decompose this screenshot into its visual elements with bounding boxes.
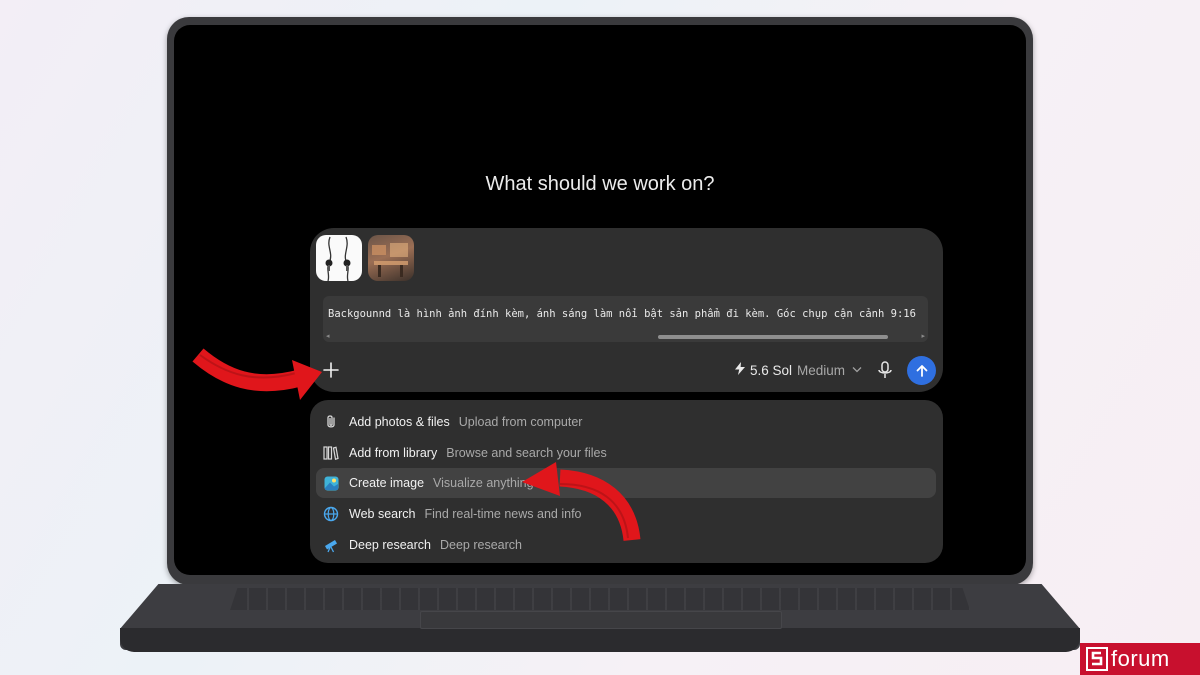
page-title: What should we work on? <box>485 173 715 195</box>
brand-s-icon <box>1086 647 1108 671</box>
menu-item-label: Add from library <box>349 446 438 460</box>
menu-item-label: Add photos & files <box>349 415 450 429</box>
send-button[interactable] <box>907 356 936 385</box>
globe-icon <box>321 504 341 524</box>
prompt-input[interactable]: Backgounnd là hình ảnh đính kèm, ánh sán… <box>323 296 928 342</box>
trackpad <box>420 611 782 629</box>
menu-item-label: Deep research <box>349 538 431 552</box>
menu-item-description: Find real-time news and info <box>424 507 582 521</box>
menu-item-web-search[interactable]: Web search Find real-time news and info <box>316 499 936 529</box>
image-icon <box>321 473 341 493</box>
laptop-base-front <box>120 628 1080 652</box>
chevron-down-icon <box>852 364 862 376</box>
add-attachment-button[interactable] <box>319 358 343 382</box>
arrow-up-icon <box>916 364 927 377</box>
telescope-icon <box>321 535 341 555</box>
menu-item-label: Create image <box>349 476 425 490</box>
menu-item-deep-research[interactable]: Deep research Deep research <box>316 530 936 560</box>
keyboard <box>230 588 970 610</box>
menu-item-description: Upload from computer <box>458 415 583 429</box>
scroll-left-icon[interactable]: ◂ <box>326 333 330 340</box>
prompt-scrollbar[interactable]: ◂ ▸ <box>323 333 928 340</box>
prompt-text: Backgounnd là hình ảnh đính kèm, ánh sán… <box>328 308 916 320</box>
model-picker[interactable]: 5.6 Sol Medium <box>735 360 862 380</box>
model-tier: Medium <box>797 362 846 378</box>
microphone-icon <box>878 361 892 378</box>
earbuds-image <box>325 236 351 281</box>
paperclip-icon <box>321 412 341 432</box>
scroll-thumb[interactable] <box>658 335 888 339</box>
menu-item-create-image[interactable]: Create image Visualize anything <box>316 468 936 498</box>
brand-logo: forum <box>1080 643 1200 675</box>
attachment-thumbnail-earbuds[interactable] <box>316 235 362 281</box>
room-photo <box>372 243 408 277</box>
voice-input-button[interactable] <box>874 359 896 381</box>
menu-item-add-from-library[interactable]: Add from library Browse and search your … <box>316 438 936 468</box>
plus-icon <box>323 362 339 378</box>
attachment-thumbnail-room[interactable] <box>368 235 414 281</box>
menu-item-label: Web search <box>349 507 416 521</box>
menu-item-description: Deep research <box>440 538 522 552</box>
scroll-right-icon[interactable]: ▸ <box>921 333 925 340</box>
brand-name: forum <box>1111 646 1170 671</box>
library-icon <box>321 443 341 463</box>
menu-item-add-photos[interactable]: Add photos & files Upload from computer <box>316 407 936 437</box>
menu-item-description: Browse and search your files <box>446 446 607 460</box>
bolt-icon <box>735 362 745 378</box>
model-version: 5.6 Sol <box>750 362 793 378</box>
menu-item-description: Visualize anything <box>433 476 534 490</box>
